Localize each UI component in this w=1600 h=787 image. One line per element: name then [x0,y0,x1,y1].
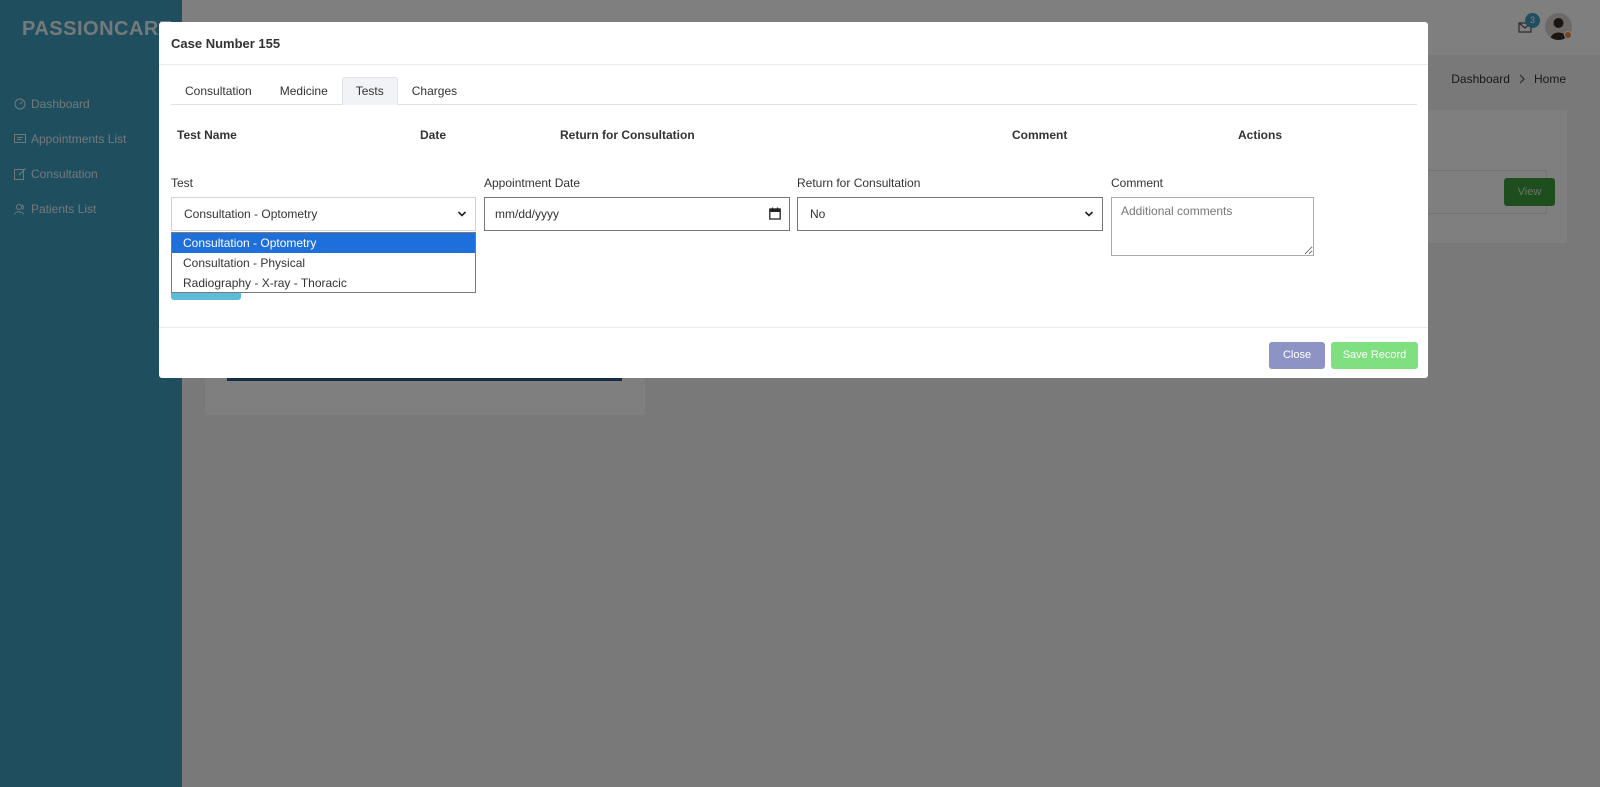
date-input-value: mm/dd/yyyy [495,207,560,221]
appointment-date-input[interactable]: mm/dd/yyyy [484,197,790,231]
modal-header: Case Number 155 [159,22,1428,65]
calendar-icon[interactable] [769,207,781,220]
return-select[interactable]: No [797,197,1103,231]
modal-footer: Close Save Record [159,327,1428,378]
close-button[interactable]: Close [1269,342,1325,369]
add-test-button[interactable] [171,293,241,300]
return-label: Return for Consultation [797,176,921,190]
test-select-value: Consultation - Optometry [184,207,318,221]
tab-consultation[interactable]: Consultation [171,77,266,105]
case-modal: Case Number 155 Consultation Medicine Te… [159,22,1428,378]
header-date: Date [420,128,447,142]
test-option[interactable]: Consultation - Physical [172,253,475,273]
test-select[interactable]: Consultation - Optometry [171,197,476,231]
test-option[interactable]: Radiography - X-ray - Thoracic [172,273,475,293]
comment-label: Comment [1111,176,1164,190]
modal-tabs: Consultation Medicine Tests Charges [171,77,1417,105]
save-record-button[interactable]: Save Record [1331,342,1418,369]
chevron-down-icon [1084,211,1094,217]
header-actions: Actions [1238,128,1283,142]
test-dropdown-list: Consultation - Optometry Consultation - … [171,232,476,293]
header-return: Return for Consultation [560,128,695,142]
chevron-down-icon [457,211,467,217]
modal-title: Case Number 155 [171,36,281,51]
header-comment: Comment [1012,128,1068,142]
test-option[interactable]: Consultation - Optometry [172,233,475,253]
test-label: Test [171,176,194,190]
tab-medicine[interactable]: Medicine [266,77,342,105]
tab-tests[interactable]: Tests [341,77,398,105]
date-label: Appointment Date [484,176,581,190]
comment-textarea[interactable] [1111,197,1314,256]
return-select-value: No [810,207,826,221]
tab-charges[interactable]: Charges [398,77,471,105]
header-test-name: Test Name [177,128,237,142]
